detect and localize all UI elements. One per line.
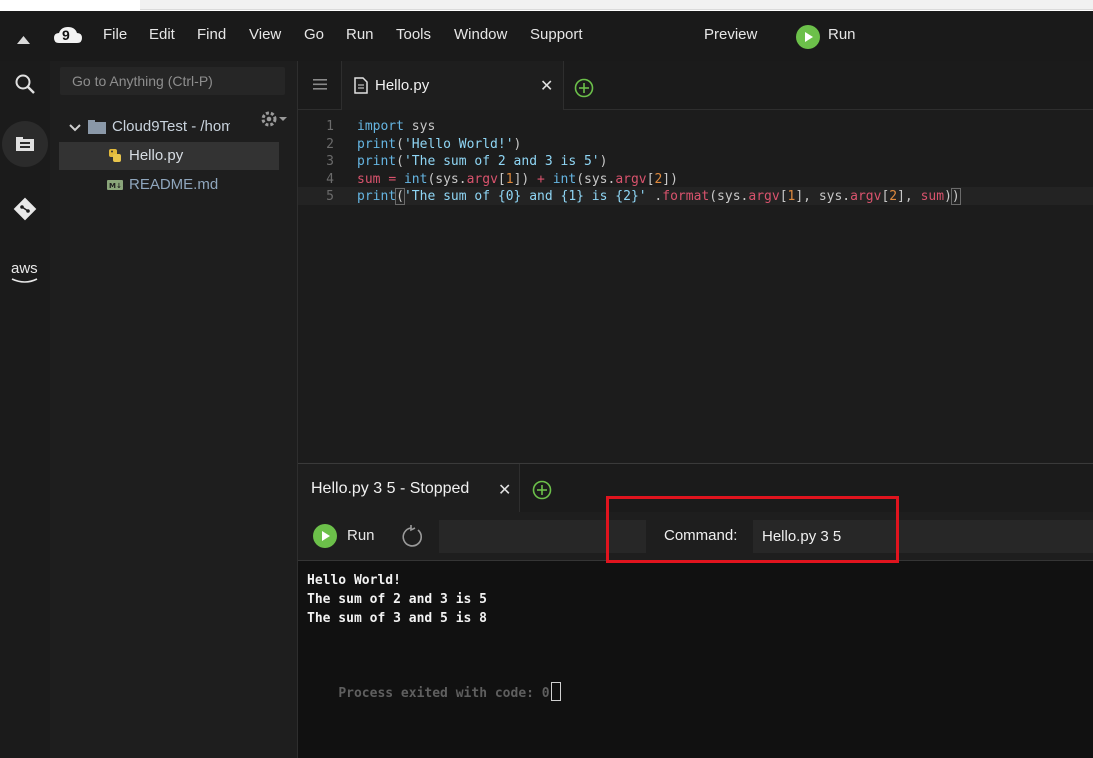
run-play-icon bbox=[796, 25, 820, 49]
logo-text: 9 bbox=[62, 27, 70, 43]
tab-hello-py[interactable]: Hello.py ✕ bbox=[341, 61, 564, 110]
file-explorer: Go to Anything (Ctrl-P) Cloud9Test - /ho… bbox=[50, 61, 298, 758]
line-number: 2 bbox=[326, 136, 334, 152]
goto-anything-input[interactable]: Go to Anything (Ctrl-P) bbox=[60, 67, 285, 95]
aws-icon[interactable]: aws bbox=[0, 250, 50, 294]
python-icon bbox=[109, 149, 121, 162]
tab-label: Hello.py 3 5 - Stopped bbox=[311, 480, 470, 497]
file-item-readme-md[interactable]: M↓ README.md bbox=[59, 171, 279, 199]
exit-line: Process exited with code: 0 bbox=[307, 667, 561, 716]
line-numbers: 1 2 3 4 5 bbox=[298, 118, 334, 206]
preview-button[interactable]: Preview bbox=[704, 26, 757, 43]
highlight-annotation-box bbox=[606, 496, 899, 563]
tab-runner[interactable]: Hello.py 3 5 - Stopped ✕ bbox=[298, 464, 520, 513]
new-tab-plus-icon[interactable] bbox=[532, 480, 552, 505]
browser-edge bbox=[0, 0, 1093, 11]
menu-window[interactable]: Window bbox=[454, 26, 507, 43]
file-icon bbox=[354, 77, 368, 94]
menu-tools[interactable]: Tools bbox=[396, 26, 431, 43]
menu-edit[interactable]: Edit bbox=[149, 26, 175, 43]
output-line: The sum of 2 and 3 is 5 bbox=[307, 592, 488, 607]
menu-find[interactable]: Find bbox=[197, 26, 226, 43]
run-button-label: Run bbox=[347, 527, 375, 544]
project-name: Cloud9Test - /hom bbox=[112, 118, 230, 135]
menu-file[interactable]: File bbox=[103, 26, 127, 43]
tab-menu-icon[interactable] bbox=[313, 77, 327, 95]
menu-support[interactable]: Support bbox=[530, 26, 583, 43]
line-number: 5 bbox=[326, 189, 334, 204]
menu-go[interactable]: Go bbox=[304, 26, 324, 43]
project-folder[interactable]: Cloud9Test - /hom bbox=[59, 113, 284, 141]
output-line: The sum of 3 and 5 is 8 bbox=[307, 611, 488, 626]
exit-status: Process exited with code: 0 bbox=[338, 686, 550, 701]
terminal-output[interactable]: Hello World! The sum of 2 and 3 is 5 The… bbox=[298, 561, 1093, 758]
line-number: 3 bbox=[326, 154, 334, 169]
run-play-icon bbox=[313, 524, 337, 548]
git-icon[interactable] bbox=[0, 187, 50, 231]
file-name: Hello.py bbox=[129, 147, 184, 164]
cloud9-logo-icon[interactable]: 9 bbox=[53, 24, 83, 48]
file-name: README.md bbox=[129, 176, 219, 193]
tool-sidebar: aws bbox=[0, 61, 50, 758]
folder-icon bbox=[88, 120, 106, 134]
cursor bbox=[550, 682, 561, 701]
close-icon[interactable]: ✕ bbox=[498, 480, 511, 500]
collapse-arrow-icon[interactable] bbox=[17, 32, 30, 50]
code-editor[interactable]: 1 2 3 4 5 import sys print('Hello World!… bbox=[298, 110, 1093, 462]
runner-run-button[interactable]: Run bbox=[313, 524, 383, 548]
restart-icon[interactable] bbox=[399, 524, 425, 555]
output-line: Hello World! bbox=[307, 573, 401, 588]
file-item-hello-py[interactable]: Hello.py bbox=[59, 142, 279, 170]
menu-view[interactable]: View bbox=[249, 26, 281, 43]
editor-tab-bar: Hello.py ✕ bbox=[298, 61, 1093, 110]
line-number: 1 bbox=[326, 119, 334, 134]
code-content[interactable]: import sys print('Hello World!') print('… bbox=[357, 118, 961, 206]
new-tab-plus-icon[interactable] bbox=[574, 78, 594, 103]
menu-run[interactable]: Run bbox=[346, 26, 374, 43]
line-number: 4 bbox=[326, 171, 334, 187]
folder-icon[interactable] bbox=[0, 121, 50, 167]
chevron-down-icon bbox=[69, 124, 81, 132]
svg-text:M↓: M↓ bbox=[109, 182, 122, 190]
close-icon[interactable]: ✕ bbox=[540, 76, 553, 96]
aws-label: aws bbox=[11, 260, 38, 277]
tab-label: Hello.py bbox=[375, 77, 430, 94]
menu-bar: 9 File Edit Find View Go Run Tools Windo… bbox=[0, 11, 1093, 61]
markdown-icon: M↓ bbox=[107, 180, 123, 190]
run-button-label: Run bbox=[828, 26, 856, 43]
search-icon[interactable] bbox=[0, 62, 50, 106]
